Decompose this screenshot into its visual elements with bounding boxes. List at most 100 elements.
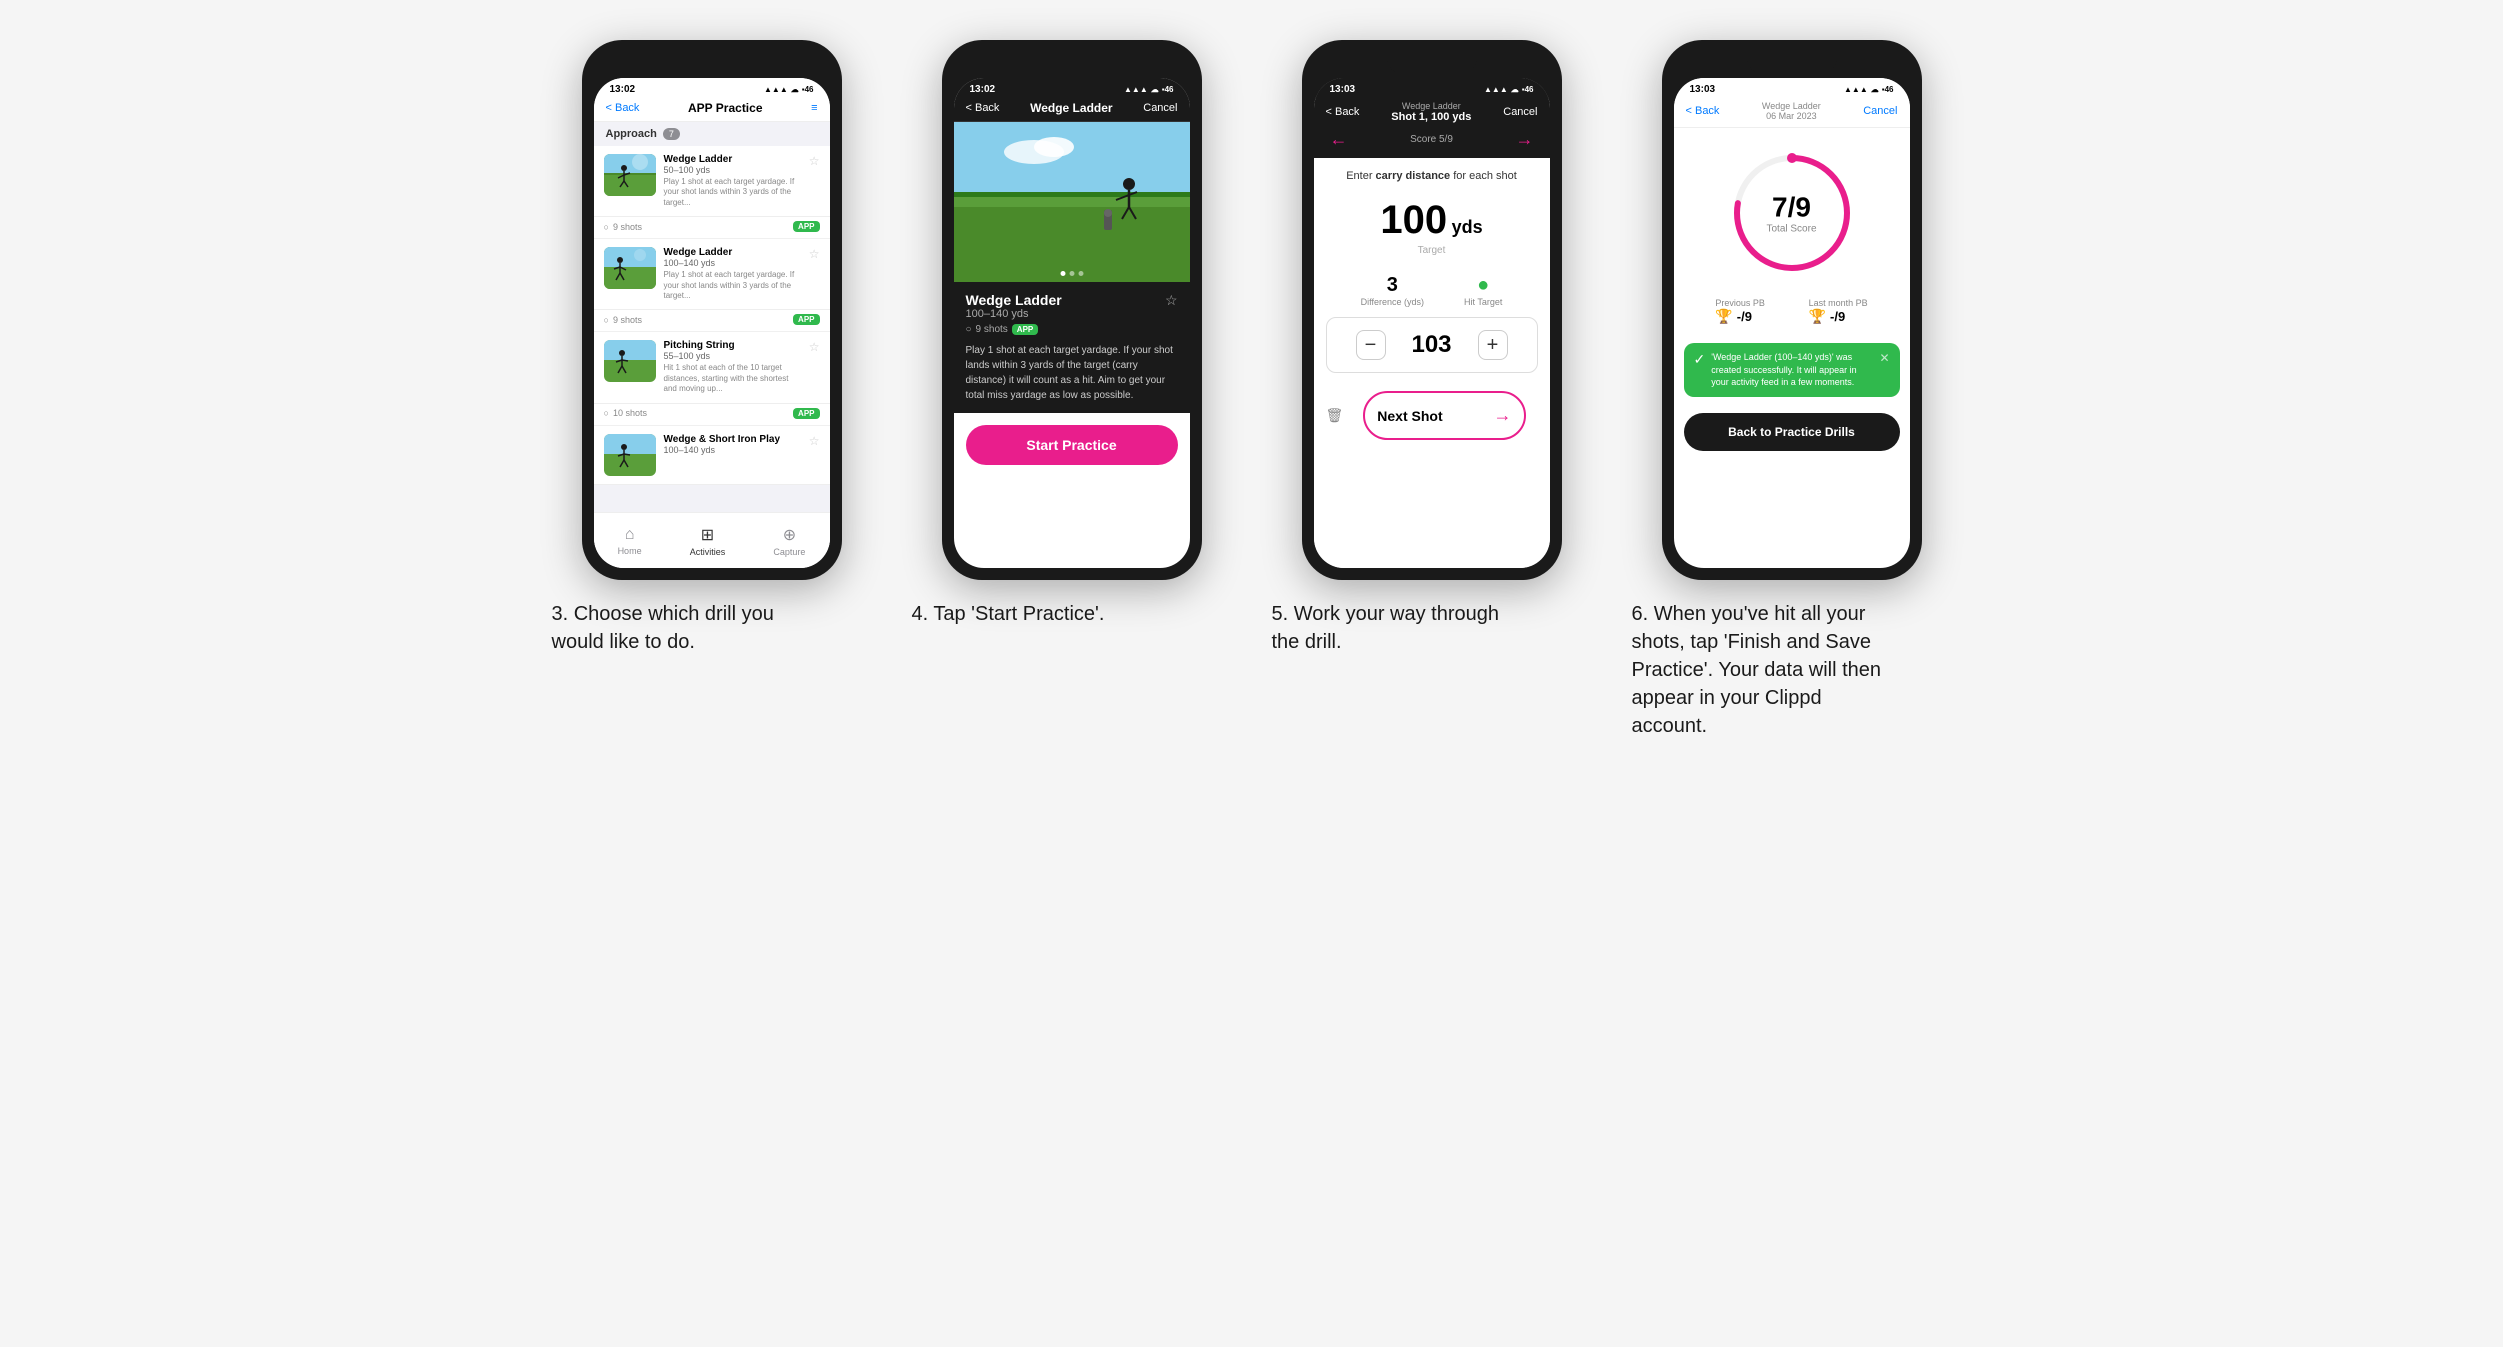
drill-list: Wedge Ladder 50–100 yds Play 1 shot at e…	[594, 146, 830, 485]
drill-thumb-2	[604, 247, 656, 289]
drill-meta-2: ○ 9 shots APP	[594, 310, 830, 332]
golfer-svg-1	[604, 154, 656, 196]
back-btn-5[interactable]: < Back	[1326, 106, 1360, 118]
stat-difference: 3 Difference (yds)	[1361, 274, 1424, 307]
dot-1	[1060, 271, 1065, 276]
tab-capture[interactable]: ⊕ Capture	[773, 525, 805, 557]
last-month-pb-label: Last month PB	[1809, 298, 1868, 308]
drill-name-1: Wedge Ladder	[664, 154, 801, 165]
cancel-btn-5[interactable]: Cancel	[1503, 106, 1537, 118]
nav-title-3: APP Practice	[688, 101, 763, 115]
drill-detail-app-badge: APP	[1012, 324, 1038, 335]
cancel-btn-4[interactable]: Cancel	[1143, 102, 1177, 114]
list-item[interactable]: Wedge Ladder 50–100 yds Play 1 shot at e…	[594, 146, 830, 217]
trophy-icon-2: 🏆	[1809, 308, 1826, 325]
shot-nav-title-small: Wedge Ladder	[1391, 101, 1471, 111]
drill-detail-shots-count: 9 shots	[976, 324, 1008, 335]
battery-icon-3: ▪46	[802, 85, 814, 94]
drill-desc-2: Play 1 shot at each target yardage. If y…	[664, 270, 801, 301]
drill-name-2: Wedge Ladder	[664, 247, 801, 258]
back-btn-6[interactable]: < Back	[1686, 105, 1720, 117]
notch-3	[667, 52, 757, 74]
tab-activities[interactable]: ⊞ Activities	[690, 525, 726, 557]
back-btn-3[interactable]: < Back	[606, 102, 640, 114]
screen-4: 13:02 ▲▲▲ ☁ ▪46 < Back Wedge Ladder Canc…	[954, 78, 1190, 568]
list-item[interactable]: Wedge Ladder 100–140 yds Play 1 shot at …	[594, 239, 830, 310]
minus-button[interactable]: −	[1356, 330, 1386, 360]
back-to-drills-button[interactable]: Back to Practice Drills	[1684, 413, 1900, 451]
wifi-icon-3: ☁	[791, 85, 799, 94]
score-nav-date: 06 Mar 2023	[1762, 111, 1821, 121]
next-shot-label: Next Shot	[1377, 408, 1442, 424]
battery-icon-6: ▪46	[1882, 85, 1894, 94]
drill-thumb-1	[604, 154, 656, 196]
drill-yds-3: 55–100 yds	[664, 351, 801, 361]
clock-icon-2: ○	[604, 315, 609, 325]
golf-scene-2	[604, 247, 656, 289]
prev-arrow[interactable]: ←	[1330, 129, 1348, 150]
step-5-caption: 5. Work your way through the drill.	[1272, 600, 1532, 656]
star-icon-2[interactable]: ☆	[809, 247, 820, 261]
plus-button[interactable]: +	[1478, 330, 1508, 360]
drill-detail-name: Wedge Ladder	[966, 292, 1062, 308]
previous-pb: Previous PB 🏆 -/9	[1715, 298, 1765, 325]
score-circle: 7/9 Total Score	[1727, 148, 1857, 278]
step-6-col: 13:03 ▲▲▲ ☁ ▪46 < Back Wedge Ladder 06 M…	[1632, 40, 1952, 740]
drill-yds-4: 100–140 yds	[664, 445, 801, 455]
drill-yds-2: 100–140 yds	[664, 258, 801, 268]
cancel-btn-6[interactable]: Cancel	[1863, 105, 1897, 117]
next-shot-arrow: →	[1494, 405, 1512, 426]
signal-icon-5: ▲▲▲	[1484, 85, 1508, 94]
status-bar-6: 13:03 ▲▲▲ ☁ ▪46	[1674, 78, 1910, 97]
next-shot-button[interactable]: Next Shot →	[1363, 391, 1525, 440]
page-wrapper: 13:02 ▲▲▲ ☁ ▪46 < Back APP Practice ≡	[552, 40, 1952, 740]
drill-name-3: Pitching String	[664, 340, 801, 351]
drill-detail-yds: 100–140 yds	[966, 308, 1062, 320]
next-arrow-nav[interactable]: →	[1516, 129, 1534, 150]
drill-meta-3: ○ 10 shots APP	[594, 404, 830, 426]
tab-activities-label: Activities	[690, 547, 726, 557]
home-icon: ⌂	[625, 526, 635, 544]
shots-count-1: 9 shots	[613, 222, 642, 232]
wifi-icon-6: ☁	[1871, 85, 1879, 94]
drill-yds-1: 50–100 yds	[664, 165, 801, 175]
shot-stats: 3 Difference (yds) ● Hit Target	[1314, 264, 1550, 317]
check-icon: ✓	[1694, 351, 1706, 368]
nav-4: < Back Wedge Ladder Cancel	[954, 97, 1190, 122]
list-item[interactable]: Wedge & Short Iron Play 100–140 yds ☆	[594, 426, 830, 485]
score-label: Total Score	[1766, 224, 1816, 235]
drill-detail-name-wrapper: Wedge Ladder 100–140 yds	[966, 292, 1062, 320]
tab-home[interactable]: ⌂ Home	[618, 526, 642, 556]
back-btn-4[interactable]: < Back	[966, 102, 1000, 114]
trash-icon[interactable]: 🗑	[1326, 407, 1344, 424]
distance-value[interactable]: 103	[1402, 331, 1462, 359]
golfer-svg-4	[604, 434, 656, 476]
star-icon-3[interactable]: ☆	[809, 340, 820, 354]
golf-scene-1	[604, 154, 656, 196]
drill-detail-shots: ○ 9 shots APP	[966, 324, 1178, 335]
drill-name-4: Wedge & Short Iron Play	[664, 434, 801, 445]
drill-detail-desc: Play 1 shot at each target yardage. If y…	[966, 343, 1178, 403]
menu-btn-3[interactable]: ≡	[811, 102, 817, 114]
shots-count-2: 9 shots	[613, 315, 642, 325]
drill-shots-1: ○ 9 shots	[604, 222, 642, 232]
star-icon-1[interactable]: ☆	[809, 154, 820, 168]
drill-info-4: Wedge & Short Iron Play 100–140 yds	[664, 434, 801, 455]
star-icon-detail[interactable]: ☆	[1165, 292, 1178, 309]
step-6-caption: 6. When you've hit all your shots, tap '…	[1632, 600, 1892, 740]
wifi-icon-5: ☁	[1511, 85, 1519, 94]
carry-bold: carry distance	[1376, 170, 1451, 182]
notch-4	[1027, 52, 1117, 74]
phone-3: 13:02 ▲▲▲ ☁ ▪46 < Back APP Practice ≡	[582, 40, 842, 580]
list-item[interactable]: Pitching String 55–100 yds Hit 1 shot at…	[594, 332, 830, 403]
score-nav-center: Wedge Ladder 06 Mar 2023	[1762, 101, 1821, 121]
toast-close-icon[interactable]: ✕	[1879, 351, 1889, 365]
start-practice-button[interactable]: Start Practice	[966, 425, 1178, 465]
drill-shots-3: ○ 10 shots	[604, 408, 647, 418]
star-icon-4[interactable]: ☆	[809, 434, 820, 448]
drill-meta-1: ○ 9 shots APP	[594, 217, 830, 239]
score-screen: 13:03 ▲▲▲ ☁ ▪46 < Back Wedge Ladder 06 M…	[1674, 78, 1910, 568]
status-icons-5: ▲▲▲ ☁ ▪46	[1484, 85, 1534, 94]
diff-label: Difference (yds)	[1361, 297, 1424, 307]
time-4: 13:02	[970, 84, 996, 95]
